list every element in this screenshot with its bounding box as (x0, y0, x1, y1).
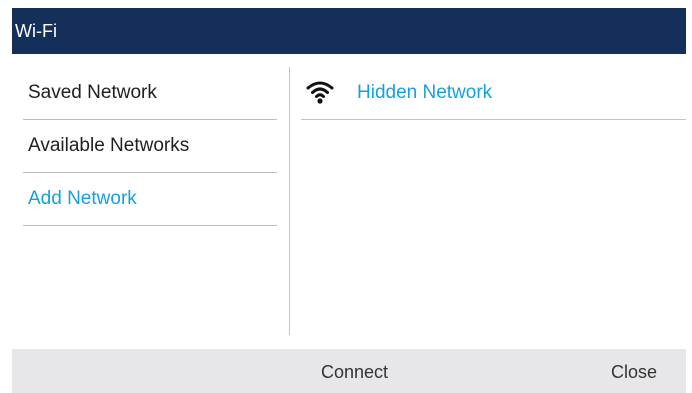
wifi-icon (306, 79, 334, 105)
connect-button[interactable]: Connect (321, 361, 388, 383)
menu-item-saved-network[interactable]: Saved Network (23, 67, 277, 120)
menu-item-available-networks[interactable]: Available Networks (23, 120, 277, 173)
network-row-hidden-network[interactable]: Hidden Network (301, 67, 686, 120)
title-bar: Wi-Fi (12, 8, 686, 54)
menu-item-add-network[interactable]: Add Network (23, 173, 277, 226)
menu-item-label: Add Network (28, 188, 137, 209)
wifi-screen: Wi-Fi Saved Network Available Networks A… (12, 8, 686, 393)
close-button[interactable]: Close (611, 361, 657, 383)
network-list: Hidden Network (301, 67, 686, 120)
side-menu: Saved Network Available Networks Add Net… (23, 67, 277, 226)
network-name: Hidden Network (357, 82, 493, 103)
page-title: Wi-Fi (15, 21, 57, 41)
vertical-divider (289, 67, 290, 335)
softkey-bar: Connect Close (12, 349, 686, 393)
menu-item-label: Saved Network (28, 82, 157, 103)
menu-item-label: Available Networks (28, 135, 190, 156)
